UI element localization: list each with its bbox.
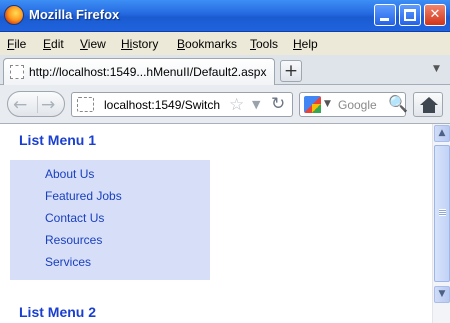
new-tab-button[interactable]: + — [280, 60, 302, 82]
menu-link-about-us[interactable]: About Us — [45, 167, 94, 181]
list-menu-2-heading[interactable]: List Menu 2 — [19, 304, 96, 320]
back-forward-group: ← → — [7, 91, 65, 117]
url-history-dropdown-icon[interactable]: ▼ — [252, 98, 260, 111]
search-engine-dropdown-icon[interactable]: ▼ — [324, 99, 331, 109]
menu-link-resources[interactable]: Resources — [45, 233, 102, 247]
chevron-down-icon: ▼ — [438, 289, 446, 299]
bookmark-star-icon[interactable]: ☆ — [229, 95, 244, 115]
menu-file-label: ile — [14, 37, 27, 51]
menu-bar: File Edit View History Bookmarks Tools H… — [0, 32, 450, 55]
forward-arrow-icon[interactable]: → — [41, 95, 55, 115]
tab-strip: http://localhost:1549...hMenuII/Default2… — [0, 55, 450, 85]
menu-bookmarks[interactable]: Bookmarks — [177, 37, 237, 51]
navigation-bar: ← → localhost:1549/Switch ☆ ▼ ↻ ▼ Google… — [0, 85, 450, 124]
menu-help-label: elp — [301, 37, 318, 51]
menu-tools-label: ools — [256, 37, 279, 51]
menu-tools[interactable]: Tools — [250, 37, 278, 51]
menu-view-accel: V — [80, 37, 88, 51]
firefox-logo-icon — [4, 5, 24, 25]
window-title: Mozilla Firefox — [29, 7, 120, 22]
menu-history-label: story — [132, 37, 159, 51]
search-input[interactable]: Google — [338, 98, 377, 112]
url-bar[interactable]: localhost:1549/Switch ☆ ▼ ↻ — [71, 92, 293, 117]
menu-link-contact-us[interactable]: Contact Us — [45, 211, 104, 225]
scrollbar-thumb[interactable] — [434, 145, 450, 282]
menu-link-services[interactable]: Services — [45, 255, 91, 269]
close-button[interactable]: ✕ — [424, 4, 446, 26]
menu-bookmarks-accel: B — [177, 37, 186, 51]
back-forward-divider — [37, 96, 38, 113]
home-button[interactable] — [413, 92, 443, 117]
scroll-down-button[interactable]: ▼ — [434, 286, 450, 303]
site-identity-icon[interactable] — [77, 97, 94, 112]
menu-link-featured-jobs[interactable]: Featured Jobs — [45, 189, 122, 203]
search-bar[interactable]: ▼ Google 🔍 — [299, 92, 408, 117]
reload-icon[interactable]: ↻ — [271, 94, 285, 114]
list-menu-1-heading[interactable]: List Menu 1 — [19, 132, 96, 148]
page-favicon-icon — [10, 65, 24, 79]
scroll-up-button[interactable]: ▲ — [434, 125, 450, 142]
scrollbar-grip-icon — [439, 209, 446, 216]
menu-bookmarks-label: ookmarks — [185, 37, 238, 51]
plus-icon: + — [283, 61, 299, 81]
tab-active[interactable]: http://localhost:1549...hMenuII/Default2… — [3, 58, 275, 85]
tab-title: http://localhost:1549...hMenuII/Default2… — [29, 65, 267, 79]
minimize-icon — [380, 18, 389, 21]
chevron-up-icon: ▲ — [438, 128, 446, 138]
menu-view-label: iew — [87, 37, 106, 51]
magnifier-icon[interactable]: 🔍 — [388, 94, 408, 113]
title-bar[interactable]: Mozilla Firefox ✕ — [0, 0, 450, 32]
menu-help-accel: H — [293, 37, 302, 51]
menu-file[interactable]: File — [7, 37, 26, 51]
vertical-scrollbar[interactable]: ▲ ▼ — [432, 124, 450, 323]
page-content: List Menu 1 About Us Featured Jobs Conta… — [0, 124, 432, 323]
home-icon — [420, 97, 438, 105]
url-text[interactable]: localhost:1549/Switch — [104, 98, 220, 112]
close-icon: ✕ — [429, 7, 441, 22]
back-arrow-icon[interactable]: ← — [13, 95, 27, 115]
menu-edit-accel: E — [43, 37, 52, 51]
menu-edit-label: dit — [51, 37, 64, 51]
list-menu-1-panel: About Us Featured Jobs Contact Us Resour… — [10, 160, 210, 280]
maximize-icon — [404, 9, 416, 21]
menu-view[interactable]: View — [80, 37, 106, 51]
maximize-button[interactable] — [399, 4, 421, 26]
menu-history-accel: Hi — [121, 37, 133, 51]
home-icon-body — [423, 105, 435, 113]
google-engine-icon[interactable] — [304, 96, 321, 113]
menu-help[interactable]: Help — [293, 37, 318, 51]
minimize-button[interactable] — [374, 4, 396, 26]
menu-history[interactable]: History — [121, 37, 158, 51]
menu-edit[interactable]: Edit — [43, 37, 64, 51]
tab-list-arrow-icon[interactable]: ▼ — [433, 64, 440, 74]
